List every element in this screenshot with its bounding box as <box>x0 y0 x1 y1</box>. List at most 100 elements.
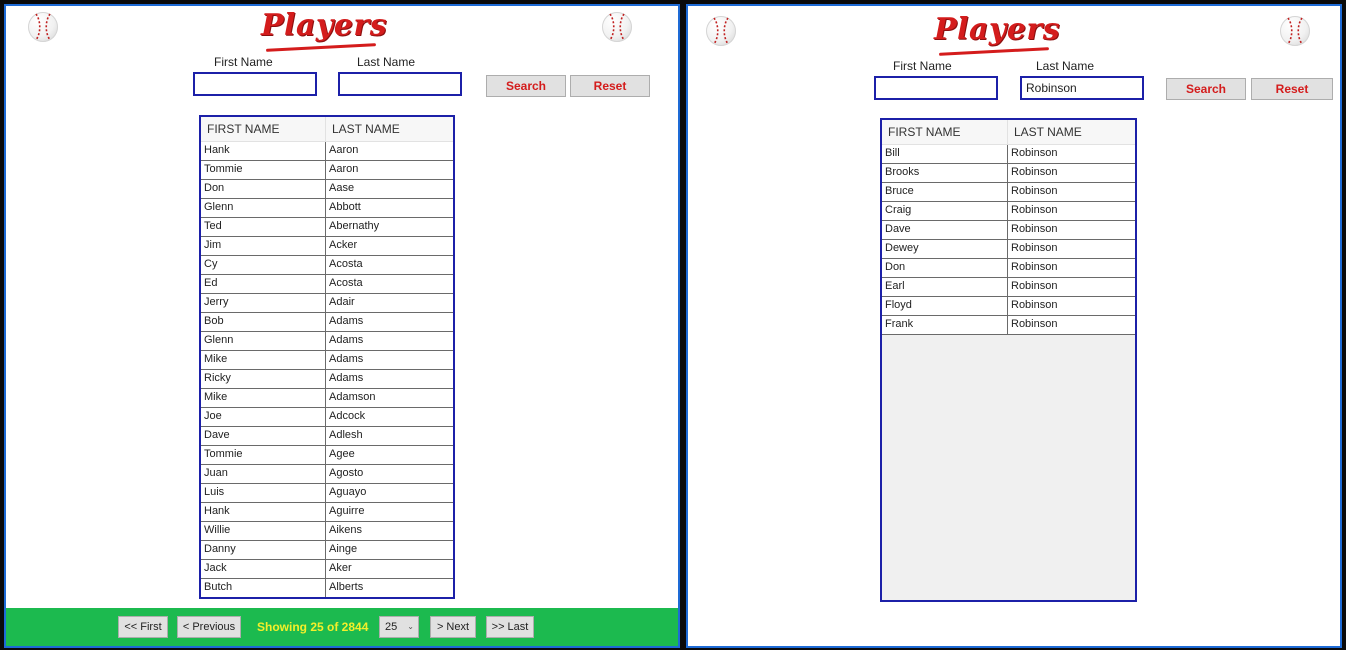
table-row[interactable]: Dave Adlesh <box>201 427 453 446</box>
grid-body: Hank Aaron Tommie Aaron Don Aase Glenn Abbott Te… <box>201 142 453 599</box>
table-row[interactable]: Mike Adams <box>201 351 453 370</box>
last-name-cell: Aaron <box>329 144 359 156</box>
table-row[interactable]: Bob Adams <box>201 313 453 332</box>
table-row[interactable]: Danny Ainge <box>201 541 453 560</box>
first-name-cell: Hank <box>201 503 326 521</box>
table-row[interactable]: Brooks Robinson <box>882 164 1135 183</box>
table-row[interactable]: Tommie Aaron <box>201 161 453 180</box>
table-row[interactable]: Dewey Robinson <box>882 240 1135 259</box>
table-row[interactable]: Tommie Agee <box>201 446 453 465</box>
first-name-cell: Craig <box>882 202 1008 220</box>
last-name-cell: Adlesh <box>329 429 363 441</box>
table-row[interactable]: Floyd Robinson <box>882 297 1135 316</box>
table-row[interactable]: Glenn Abbott <box>201 199 453 218</box>
table-row[interactable]: Don Aase <box>201 180 453 199</box>
table-row[interactable]: VicAlbury <box>201 598 453 599</box>
column-header-last-name[interactable]: LAST NAME <box>1008 120 1133 144</box>
page-title: Players <box>261 8 388 43</box>
title-swoosh <box>938 47 1050 56</box>
last-name-cell: Robinson <box>1011 318 1058 330</box>
first-page-button[interactable]: << First <box>118 616 168 638</box>
column-header-last-name[interactable]: LAST NAME <box>326 117 451 141</box>
players-window-right: Players First Name Last Name Search Rese… <box>686 4 1342 648</box>
table-row[interactable]: Jack Aker <box>201 560 453 579</box>
page-size-select[interactable]: 25 ⌄ <box>379 616 419 638</box>
table-row[interactable]: Don Robinson <box>882 259 1135 278</box>
table-row[interactable]: Jerry Adair <box>201 294 453 313</box>
table-row[interactable]: Ed Acosta <box>201 275 453 294</box>
table-row[interactable]: Hank Aaron <box>201 142 453 161</box>
first-name-cell: Brooks <box>882 164 1008 182</box>
grid-body: Bill Robinson Brooks Robinson Bruce Robinson C… <box>882 145 1135 335</box>
players-window-left: Players First Name Last Name Search Rese… <box>4 4 680 648</box>
first-name-cell: Vic <box>201 598 326 599</box>
first-name-cell: Cy <box>201 256 326 274</box>
first-name-cell: Tommie <box>201 161 326 179</box>
last-name-cell: Alberts <box>329 581 364 593</box>
table-row[interactable]: Bill Robinson <box>882 145 1135 164</box>
table-row[interactable]: Craig Robinson <box>882 202 1135 221</box>
last-page-button[interactable]: >> Last <box>486 616 534 638</box>
first-name-cell: Jim <box>201 237 326 255</box>
first-name-cell: Jack <box>201 560 326 578</box>
reset-button[interactable]: Reset <box>1251 78 1333 100</box>
search-button[interactable]: Search <box>1166 78 1246 100</box>
table-row[interactable]: Ted Abernathy <box>201 218 453 237</box>
column-header-first-name[interactable]: FIRST NAME <box>201 117 326 141</box>
first-name-cell: Joe <box>201 408 326 426</box>
next-page-button[interactable]: > Next <box>430 616 476 638</box>
title-swoosh <box>265 43 377 52</box>
table-row[interactable]: Glenn Adams <box>201 332 453 351</box>
page-size-value: 25 <box>385 621 398 633</box>
last-name-input[interactable] <box>1020 76 1144 100</box>
reset-button[interactable]: Reset <box>570 75 650 97</box>
last-name-cell: Robinson <box>1011 261 1058 273</box>
last-name-cell: Albury <box>326 598 451 599</box>
table-row[interactable]: Juan Agosto <box>201 465 453 484</box>
first-name-cell: Ricky <box>201 370 326 388</box>
last-name-cell: Abernathy <box>329 220 380 232</box>
baseball-icon <box>706 16 736 46</box>
last-name-cell: Robinson <box>1011 280 1058 292</box>
first-name-cell: Danny <box>201 541 326 559</box>
first-name-cell: Bruce <box>882 183 1008 201</box>
last-name-cell: Acosta <box>329 258 363 270</box>
previous-page-button[interactable]: < Previous <box>177 616 241 638</box>
table-row[interactable]: Butch Alberts <box>201 579 453 597</box>
first-name-cell: Earl <box>882 278 1008 296</box>
first-name-cell: Jerry <box>201 294 326 312</box>
table-row[interactable]: Cy Acosta <box>201 256 453 275</box>
first-name-cell: Willie <box>201 522 326 540</box>
last-name-input[interactable] <box>338 72 462 96</box>
table-row[interactable]: Joe Adcock <box>201 408 453 427</box>
search-button[interactable]: Search <box>486 75 566 97</box>
table-row[interactable]: Jim Acker <box>201 237 453 256</box>
table-row[interactable]: Frank Robinson <box>882 316 1135 335</box>
page-title: Players <box>934 12 1061 47</box>
last-name-cell: Agee <box>329 448 355 460</box>
last-name-cell: Adams <box>329 372 364 384</box>
first-name-input[interactable] <box>193 72 317 96</box>
table-row[interactable]: Hank Aguirre <box>201 503 453 522</box>
last-name-cell: Abbott <box>329 201 361 213</box>
first-name-cell: Bill <box>882 145 1008 163</box>
table-row[interactable]: Luis Aguayo <box>201 484 453 503</box>
last-name-cell: Aaron <box>329 163 359 175</box>
table-row[interactable]: Mike Adamson <box>201 389 453 408</box>
table-row[interactable]: Earl Robinson <box>882 278 1135 297</box>
column-header-first-name[interactable]: FIRST NAME <box>882 120 1008 144</box>
pager-bar: << First < Previous Showing 25 of 2844 2… <box>6 608 678 646</box>
first-name-input[interactable] <box>874 76 998 100</box>
first-name-cell: Don <box>201 180 326 198</box>
first-name-cell: Juan <box>201 465 326 483</box>
first-name-cell: Bob <box>201 313 326 331</box>
baseball-icon <box>28 12 58 42</box>
table-row[interactable]: Bruce Robinson <box>882 183 1135 202</box>
table-row[interactable]: Ricky Adams <box>201 370 453 389</box>
players-grid: FIRST NAME LAST NAME Hank Aaron Tommie Aaro… <box>199 115 455 599</box>
last-name-cell: Adamson <box>329 391 376 403</box>
last-name-label: Last Name <box>1036 59 1095 73</box>
chevron-down-icon: ⌄ <box>407 622 414 631</box>
table-row[interactable]: Dave Robinson <box>882 221 1135 240</box>
table-row[interactable]: Willie Aikens <box>201 522 453 541</box>
